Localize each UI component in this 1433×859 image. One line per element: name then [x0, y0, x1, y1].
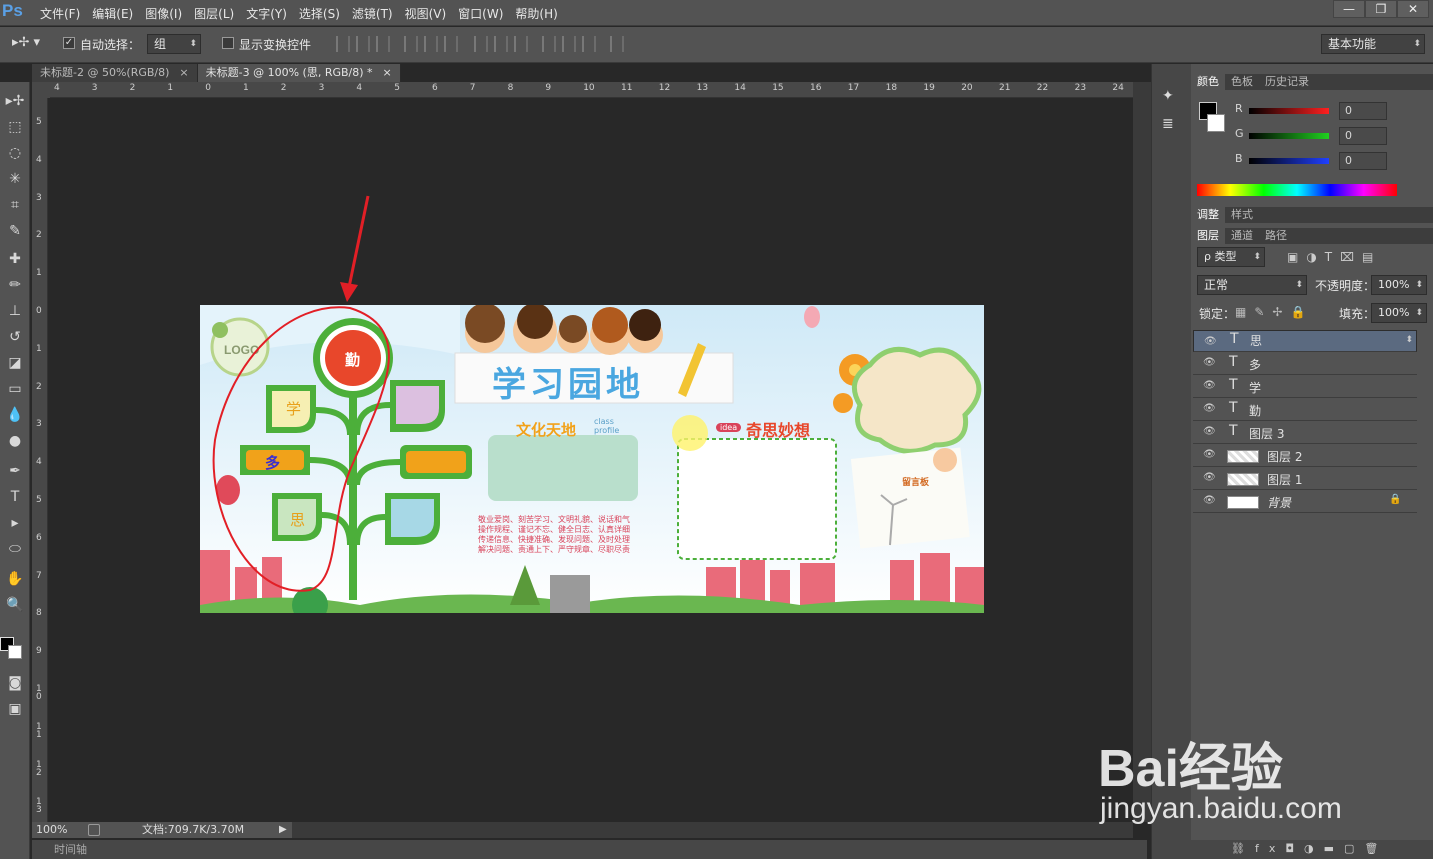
- color-spectrum[interactable]: [1197, 184, 1397, 196]
- brush-settings-icon[interactable]: ≣: [1162, 116, 1174, 132]
- layer-row[interactable]: 👁 图层 1: [1193, 468, 1417, 490]
- lock-icons[interactable]: ▦✎✢🔒: [1235, 305, 1313, 319]
- layer-thumbnail: [1227, 496, 1259, 509]
- visibility-eye-icon[interactable]: 👁: [1203, 403, 1216, 414]
- text-layer-icon: T: [1229, 354, 1238, 370]
- visibility-eye-icon[interactable]: 👁: [1203, 426, 1216, 437]
- channel-value[interactable]: 0: [1339, 102, 1387, 120]
- layer-row[interactable]: 👁 图层 2: [1193, 445, 1417, 467]
- watermark-url: jingyan.baidu.com: [1100, 792, 1342, 825]
- brush-preset-icon[interactable]: ✦: [1162, 88, 1174, 104]
- layer-footer-icons[interactable]: ⛓fx◘◑▬▢🗑: [1231, 842, 1388, 855]
- tab-color[interactable]: 颜色: [1191, 74, 1225, 90]
- text-layer-icon: T: [1229, 400, 1238, 416]
- channel-label: R: [1235, 102, 1243, 115]
- layer-name: 勤: [1249, 404, 1262, 418]
- zoom-level[interactable]: 100%: [36, 822, 67, 838]
- layer-row[interactable]: 👁 T 勤: [1193, 399, 1417, 421]
- layer-name: 多: [1249, 358, 1262, 372]
- color-row-g: G 0: [1235, 127, 1433, 147]
- layers-panel-tabs: 图层 通道 路径: [1191, 228, 1433, 244]
- tab-history[interactable]: 历史记录: [1259, 74, 1315, 90]
- text-layer-icon: T: [1229, 423, 1238, 439]
- tab-adjustments[interactable]: 调整: [1191, 207, 1225, 223]
- visibility-eye-icon[interactable]: 👁: [1203, 380, 1216, 391]
- layer-name: 图层 2: [1267, 450, 1303, 464]
- layer-thumbnail: [1227, 473, 1259, 486]
- tab-paths[interactable]: 路径: [1259, 228, 1293, 244]
- layer-name: 学: [1249, 381, 1262, 395]
- layer-name: 背景: [1267, 496, 1292, 510]
- tab-layers[interactable]: 图层: [1191, 228, 1225, 244]
- channel-slider[interactable]: [1249, 108, 1329, 114]
- visibility-eye-icon[interactable]: 👁: [1203, 357, 1216, 368]
- tab-channels[interactable]: 通道: [1225, 228, 1259, 244]
- timeline-label[interactable]: 时间轴: [54, 843, 87, 856]
- color-background-swatch[interactable]: [1207, 114, 1225, 132]
- document-size: 文档:709.7K/3.70M: [142, 823, 245, 836]
- visibility-eye-icon[interactable]: 👁: [1203, 495, 1216, 506]
- channel-slider[interactable]: [1249, 133, 1329, 139]
- layers-footer: ⛓fx◘◑▬▢🗑: [1191, 840, 1433, 859]
- visibility-eye-icon[interactable]: 👁: [1203, 449, 1216, 460]
- color-row-b: B 0: [1235, 152, 1433, 172]
- layer-thumbnail: [1227, 450, 1259, 463]
- status-bar: 100% 文档:709.7K/3.70M ▶: [32, 822, 292, 838]
- status-menu-arrow-icon[interactable]: ▶: [279, 822, 287, 838]
- layer-row[interactable]: 👁 T 学: [1193, 376, 1417, 398]
- text-layer-icon: T: [1229, 377, 1238, 393]
- color-panel-tabs: 颜色 色板 历史记录: [1191, 74, 1433, 90]
- color-row-r: R 0: [1235, 102, 1433, 122]
- timeline-panel: 时间轴: [32, 840, 1147, 859]
- visibility-eye-icon[interactable]: 👁: [1203, 472, 1216, 483]
- annotation-circle: [212, 306, 390, 592]
- layer-name: 图层 3: [1249, 427, 1285, 441]
- annotation-arrow-head: [340, 282, 358, 302]
- lock-label: 锁定：: [1199, 307, 1236, 321]
- adjustments-tabs: 调整 样式: [1191, 207, 1433, 223]
- baidu-watermark: Bai经验 jingyan.baidu.com: [1098, 706, 1418, 826]
- layer-row[interactable]: 👁 背景 🔒: [1193, 491, 1417, 513]
- fill-label: 填充：: [1339, 307, 1376, 321]
- tab-styles[interactable]: 样式: [1225, 207, 1259, 223]
- channel-slider[interactable]: [1249, 158, 1329, 164]
- opacity-field[interactable]: 100%: [1371, 275, 1427, 295]
- status-info-icon[interactable]: [88, 824, 100, 836]
- layer-row[interactable]: 👁 T 多: [1193, 353, 1417, 375]
- tab-swatches[interactable]: 色板: [1225, 74, 1259, 90]
- channel-label: G: [1235, 127, 1244, 140]
- layer-row[interactable]: 👁 T 思: [1193, 330, 1417, 352]
- channel-value[interactable]: 0: [1339, 127, 1387, 145]
- layer-row[interactable]: 👁 T 图层 3: [1193, 422, 1417, 444]
- opacity-label: 不透明度：: [1315, 279, 1376, 293]
- layer-name: 图层 1: [1267, 473, 1303, 487]
- blend-mode-dropdown[interactable]: 正常: [1197, 275, 1307, 295]
- layer-name: 思: [1250, 334, 1263, 348]
- fill-field[interactable]: 100%: [1371, 303, 1427, 323]
- layer-filter-icons[interactable]: ▣◑T⌧▤: [1287, 250, 1381, 264]
- watermark-logo-text: Bai经验: [1098, 740, 1283, 798]
- layer-filter-dropdown[interactable]: ρ 类型: [1197, 247, 1265, 267]
- visibility-eye-icon[interactable]: 👁: [1204, 335, 1217, 349]
- text-layer-icon: T: [1230, 331, 1239, 347]
- annotation-arrow-line: [346, 195, 370, 293]
- channel-label: B: [1235, 152, 1243, 165]
- channel-value[interactable]: 0: [1339, 152, 1387, 170]
- lock-icon: 🔒: [1389, 494, 1402, 505]
